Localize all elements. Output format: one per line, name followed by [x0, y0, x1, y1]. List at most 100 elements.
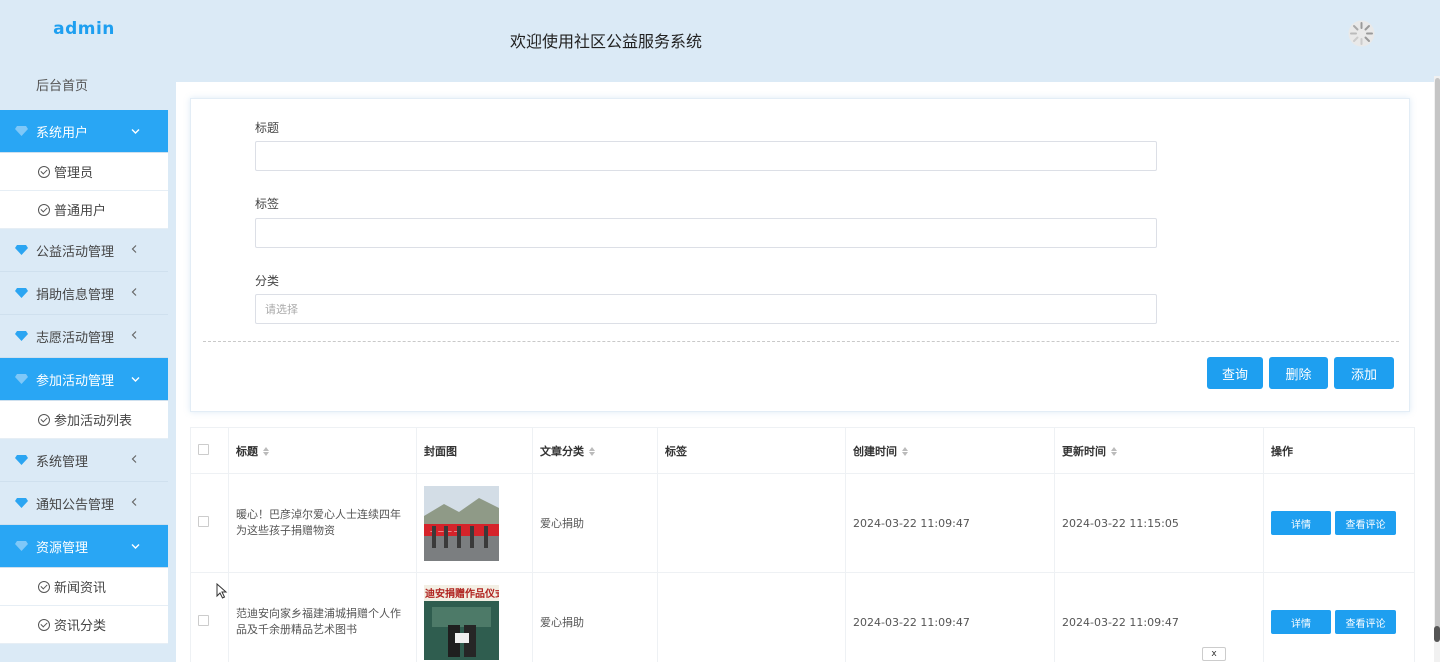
check-circle-icon: [38, 203, 50, 216]
sidebar-group-label: 系统用户: [36, 125, 89, 141]
tag-input[interactable]: [255, 218, 1157, 248]
header-updated[interactable]: 更新时间: [1054, 427, 1264, 474]
row-title: 暖心！巴彦淖尔爱心人士连续四年为这些孩子捐赠物资: [228, 473, 417, 573]
header-category[interactable]: 文章分类: [532, 427, 658, 474]
row-category: 爱心捐助: [532, 473, 658, 573]
sidebar-group-charity-activities[interactable]: 公益活动管理: [0, 229, 168, 272]
cover-image: 迪安捐赠作品仪式: [424, 584, 499, 660]
sidebar-group-notices[interactable]: 通知公告管理: [0, 482, 168, 525]
sidebar: admin 后台首页 系统用户 管理员 普通用户 公益活动管理 捐助信息管理 志…: [0, 0, 168, 662]
close-button[interactable]: x: [1202, 647, 1226, 661]
row-cover: 迪安捐赠作品仪式: [416, 572, 533, 662]
loading-spinner-icon: [1348, 20, 1375, 47]
mouse-cursor-icon: [216, 583, 228, 599]
detail-button[interactable]: 详情: [1271, 511, 1331, 535]
add-button[interactable]: 添加: [1334, 357, 1394, 389]
check-circle-icon: [38, 413, 50, 426]
diamond-icon: [14, 373, 28, 385]
chevron-down-icon: [131, 373, 140, 386]
row-select-cell[interactable]: [190, 473, 229, 573]
view-comments-button[interactable]: 查看评论: [1335, 511, 1396, 535]
table-row: 暖心！巴彦淖尔爱心人士连续四年为这些孩子捐赠物资 — — — —: [190, 473, 1415, 573]
divider: [203, 341, 1399, 342]
sidebar-item-news[interactable]: 新闻资讯: [0, 568, 168, 606]
tag-label: 标签: [255, 197, 280, 211]
sidebar-item-news-category[interactable]: 资讯分类: [0, 606, 168, 644]
header-tags: 标签: [657, 427, 846, 474]
sidebar-group-join-activities[interactable]: 参加活动管理: [0, 358, 168, 401]
sidebar-group-resources[interactable]: 资源管理: [0, 525, 168, 568]
sidebar-item-join-activity-list[interactable]: 参加活动列表: [0, 401, 168, 439]
sort-icon[interactable]: [902, 447, 908, 457]
sidebar-group-system-management[interactable]: 系统管理: [0, 439, 168, 482]
select-all-cell[interactable]: [190, 427, 229, 474]
news-table: 标题 封面图 文章分类 标签 创建时间 更新时间 操作 暖心！巴彦淖尔爱心人士连…: [190, 427, 1415, 662]
title-input[interactable]: [255, 141, 1157, 171]
sidebar-item-home[interactable]: 后台首页: [0, 58, 168, 110]
query-button[interactable]: 查询: [1207, 357, 1263, 389]
avatar[interactable]: [1348, 20, 1375, 47]
title-label: 标题: [255, 121, 280, 135]
row-updated: 2024-03-22 11:15:05: [1054, 473, 1264, 573]
sidebar-item-admins[interactable]: 管理员: [0, 153, 168, 191]
select-all-checkbox[interactable]: [198, 443, 209, 455]
chevron-down-icon: [131, 540, 140, 553]
sidebar-item-normal-users[interactable]: 普通用户: [0, 191, 168, 229]
sort-icon[interactable]: [263, 447, 269, 457]
sort-icon[interactable]: [589, 447, 595, 457]
chevron-left-icon: [131, 244, 137, 257]
header-title[interactable]: 标题: [228, 427, 417, 474]
search-form: 标题 标签 分类 请选择 查询 删除 添加: [190, 98, 1410, 412]
sidebar-group-label: 志愿活动管理: [36, 330, 115, 346]
header-created[interactable]: 创建时间: [845, 427, 1055, 474]
diamond-icon: [14, 330, 28, 342]
diamond-icon: [14, 244, 28, 256]
top-header: 欢迎使用社区公益服务系统: [168, 0, 1440, 82]
sidebar-item-label: 资讯分类: [54, 619, 107, 634]
diamond-icon: [14, 287, 28, 299]
sidebar-item-label: 新闻资讯: [54, 581, 107, 596]
sidebar-group-label: 参加活动管理: [36, 373, 115, 389]
header-ops: 操作: [1263, 427, 1415, 474]
cover-image: — — — —: [424, 485, 499, 561]
sidebar-group-label: 公益活动管理: [36, 244, 115, 260]
row-ops: 详情 查看评论: [1263, 572, 1415, 662]
detail-button[interactable]: 详情: [1271, 610, 1331, 634]
chevron-left-icon: [131, 454, 137, 467]
diamond-icon: [14, 125, 28, 137]
row-checkbox[interactable]: [198, 516, 209, 527]
view-comments-button[interactable]: 查看评论: [1335, 610, 1396, 634]
delete-button[interactable]: 删除: [1269, 357, 1328, 389]
scrollbar-track[interactable]: [1435, 78, 1440, 633]
page-title: 欢迎使用社区公益服务系统: [510, 32, 703, 51]
row-created: 2024-03-22 11:09:47: [845, 473, 1055, 573]
check-circle-icon: [38, 580, 50, 593]
row-tags: [657, 572, 846, 662]
chevron-down-icon: [131, 125, 140, 138]
chevron-left-icon: [131, 287, 137, 300]
brand-title: admin: [53, 19, 115, 39]
diamond-icon: [14, 454, 28, 466]
row-cover: — — — —: [416, 473, 533, 573]
sidebar-group-label: 资源管理: [36, 540, 89, 556]
row-category: 爱心捐助: [532, 572, 658, 662]
sidebar-group-donation-info[interactable]: 捐助信息管理: [0, 272, 168, 315]
category-select[interactable]: 请选择: [255, 294, 1157, 324]
table-header-row: 标题 封面图 文章分类 标签 创建时间 更新时间 操作: [190, 427, 1415, 474]
diamond-icon: [14, 497, 28, 509]
diamond-icon: [14, 540, 28, 552]
main-content: 标题 标签 分类 请选择 查询 删除 添加 标题 封面图 文章分类 标签 创建时…: [176, 82, 1434, 662]
chevron-left-icon: [131, 497, 137, 510]
scrollbar-thumb[interactable]: [1434, 626, 1440, 642]
sidebar-item-label: 管理员: [54, 166, 94, 181]
sidebar-group-system-users[interactable]: 系统用户: [0, 110, 168, 153]
cover-caption: 迪安捐赠作品仪式: [425, 587, 499, 600]
sort-icon[interactable]: [1111, 447, 1117, 457]
row-updated: 2024-03-22 11:09:47: [1054, 572, 1264, 662]
row-ops: 详情 查看评论: [1263, 473, 1415, 573]
row-checkbox[interactable]: [198, 615, 209, 626]
category-label: 分类: [255, 274, 280, 288]
sidebar-group-volunteer-activities[interactable]: 志愿活动管理: [0, 315, 168, 358]
row-created: 2024-03-22 11:09:47: [845, 572, 1055, 662]
check-circle-icon: [38, 618, 50, 631]
